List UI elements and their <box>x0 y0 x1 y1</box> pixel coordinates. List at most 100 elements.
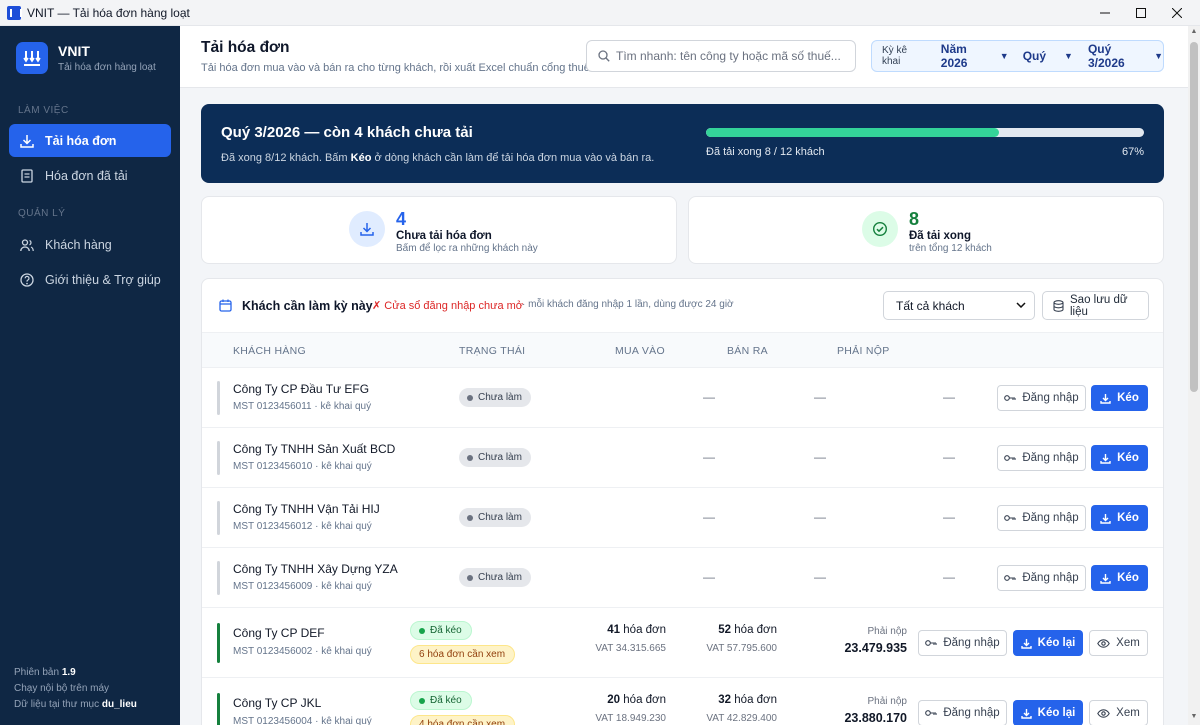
purchases-value: — <box>703 450 715 464</box>
download-icon <box>1100 393 1111 404</box>
minimize-icon[interactable] <box>1088 0 1122 26</box>
pull-button[interactable]: Kéo <box>1091 565 1148 591</box>
document-icon <box>19 168 35 184</box>
download-icon <box>1100 453 1111 464</box>
search-icon <box>598 50 610 62</box>
repull-button[interactable]: Kéo lại <box>1013 630 1083 656</box>
brand-subtitle: Tải hóa đơn hàng loạt <box>58 62 156 73</box>
payable-value: — <box>943 510 955 524</box>
search-input[interactable] <box>616 49 846 63</box>
customer-name: Công Ty TNHH Xây Dựng YZA <box>233 562 398 576</box>
sidebar-item-customers[interactable]: Khách hàng <box>9 228 171 261</box>
sidebar-item-help[interactable]: Giới thiệu & Trợ giúp <box>9 263 171 296</box>
period-type-select[interactable]: Quý ▼ <box>1023 49 1073 63</box>
stat-card-done[interactable]: 8 Đã tải xong trên tổng 12 khách <box>688 196 1164 264</box>
progress-banner: Quý 3/2026 — còn 4 khách chưa tải Đã xon… <box>201 104 1164 183</box>
view-button[interactable]: Xem <box>1089 700 1148 725</box>
customer-meta: MST 0123456012 · kê khai quý <box>233 521 372 532</box>
sidebar-item-download[interactable]: Tải hóa đơn <box>9 124 171 157</box>
sales-value: — <box>814 390 826 404</box>
login-button[interactable]: Đăng nhập <box>918 700 1007 725</box>
customer-meta: MST 0123456011 · kê khai quý <box>233 401 372 412</box>
chevron-down-icon: ▼ <box>1064 51 1073 61</box>
column-header-status: TRẠNG THÁI <box>459 345 526 357</box>
stat-card-pending[interactable]: 4 Chưa tải hóa đơn Bấm để lọc ra những k… <box>201 196 677 264</box>
review-badge: 4 hóa đơn cần xem <box>410 715 516 725</box>
download-icon <box>349 211 385 247</box>
scroll-up-icon[interactable]: ▲ <box>1190 28 1198 38</box>
close-icon[interactable] <box>1160 0 1194 26</box>
banner-title: Quý 3/2026 — còn 4 khách chưa tải <box>221 124 473 141</box>
customer-table-card: Khách cần làm kỳ này ✗ Cửa sổ đăng nhập … <box>201 278 1164 725</box>
maximize-icon[interactable] <box>1124 0 1158 26</box>
progress-bar <box>706 128 1144 137</box>
status-badge: Đã kéo <box>410 621 472 640</box>
section-manage-label: QUẢN LÝ <box>18 208 66 219</box>
purchases-value: — <box>703 570 715 584</box>
customer-meta: MST 0123456004 · kê khai quý <box>233 716 372 725</box>
column-header-sales: BÁN RA <box>727 345 768 357</box>
search-box[interactable] <box>586 40 856 72</box>
table-row: Công Ty TNHH Vận Tải HIJ MST 0123456012 … <box>202 488 1163 548</box>
users-icon <box>19 237 35 253</box>
calendar-icon <box>219 299 232 315</box>
brand-name: VNIT <box>58 43 90 59</box>
table-header: KHÁCH HÀNG TRẠNG THÁI MUA VÀO BÁN RA PHẢ… <box>202 332 1163 368</box>
stat-done-number: 8 <box>909 209 920 229</box>
scroll-down-icon[interactable]: ▼ <box>1190 713 1198 723</box>
scrollbar-thumb[interactable] <box>1190 42 1198 392</box>
sales-value: — <box>814 570 826 584</box>
page-title: Tải hóa đơn <box>201 39 290 56</box>
view-button[interactable]: Xem <box>1089 630 1148 656</box>
quarter-select[interactable]: Quý 3/2026 ▼ <box>1088 42 1163 70</box>
customer-meta: MST 0123456002 · kê khai quý <box>233 646 372 657</box>
banner-subtitle: Đã xong 8/12 khách. Bấm Kéo ở dòng khách… <box>221 152 655 164</box>
repull-button[interactable]: Kéo lại <box>1013 700 1083 725</box>
progress-fill <box>706 128 1000 137</box>
customer-name: Công Ty TNHH Vận Tải HIJ <box>233 502 380 516</box>
status-badge: Chưa làm <box>459 388 531 407</box>
status-badge: Chưa làm <box>459 568 531 587</box>
sidebar-item-downloaded-invoices[interactable]: Hóa đơn đã tải <box>9 159 171 192</box>
table-row: Công Ty CP JKL MST 0123456004 · kê khai … <box>202 678 1163 725</box>
purchases-vat: VAT 34.315.665 <box>595 643 666 654</box>
key-icon <box>1004 454 1016 462</box>
sidebar: VNIT Tải hóa đơn hàng loạt LÀM VIỆC Tải … <box>0 26 180 725</box>
section-work-label: LÀM VIỆC <box>18 105 69 116</box>
database-icon <box>1053 299 1064 312</box>
stat-done-sub: trên tổng 12 khách <box>909 243 992 254</box>
chevron-down-icon: ▼ <box>999 51 1009 61</box>
version-info: Phiên bản 1.9 <box>14 667 76 678</box>
key-icon <box>925 639 937 647</box>
customer-meta: MST 0123456009 · kê khai quý <box>233 581 372 592</box>
login-button[interactable]: Đăng nhập <box>997 445 1086 471</box>
customer-filter-select[interactable]: Tất cả khách <box>883 291 1035 320</box>
brand-logo-icon <box>16 42 48 74</box>
purchases-vat: VAT 18.949.230 <box>595 713 666 724</box>
payable-value: 23.880.170 <box>844 711 907 725</box>
login-button[interactable]: Đăng nhập <box>997 505 1086 531</box>
sidebar-item-label: Hóa đơn đã tải <box>45 168 128 183</box>
pull-button[interactable]: Kéo <box>1091 445 1148 471</box>
key-icon <box>925 709 937 717</box>
table-row: Công Ty TNHH Sản Xuất BCD MST 0123456010… <box>202 428 1163 488</box>
customer-name: Công Ty CP DEF <box>233 626 325 640</box>
pull-button[interactable]: Kéo <box>1091 505 1148 531</box>
page-subtitle: Tải hóa đơn mua vào và bán ra cho từng k… <box>201 62 590 74</box>
login-button[interactable]: Đăng nhập <box>918 630 1007 656</box>
backup-data-button[interactable]: Sao lưu dữ liệu <box>1042 291 1149 320</box>
stat-pending-sub: Bấm để lọc ra những khách này <box>396 243 538 254</box>
payable-label: Phải nộp <box>867 696 907 707</box>
progress-label: Đã tải xong 8 / 12 khách <box>706 146 825 158</box>
purchases-value: — <box>703 510 715 524</box>
status-badge: Chưa làm <box>459 448 531 467</box>
pull-button[interactable]: Kéo <box>1091 385 1148 411</box>
chevron-down-icon <box>1016 300 1026 311</box>
window-titlebar: VNIT — Tải hóa đơn hàng loạt <box>0 0 1200 26</box>
column-header-customer: KHÁCH HÀNG <box>233 345 307 357</box>
year-select[interactable]: Năm 2026 ▼ <box>941 42 1009 70</box>
table-title: Khách cần làm kỳ này <box>242 299 373 313</box>
login-button[interactable]: Đăng nhập <box>997 565 1086 591</box>
sidebar-item-label: Khách hàng <box>45 237 112 252</box>
login-button[interactable]: Đăng nhập <box>997 385 1086 411</box>
